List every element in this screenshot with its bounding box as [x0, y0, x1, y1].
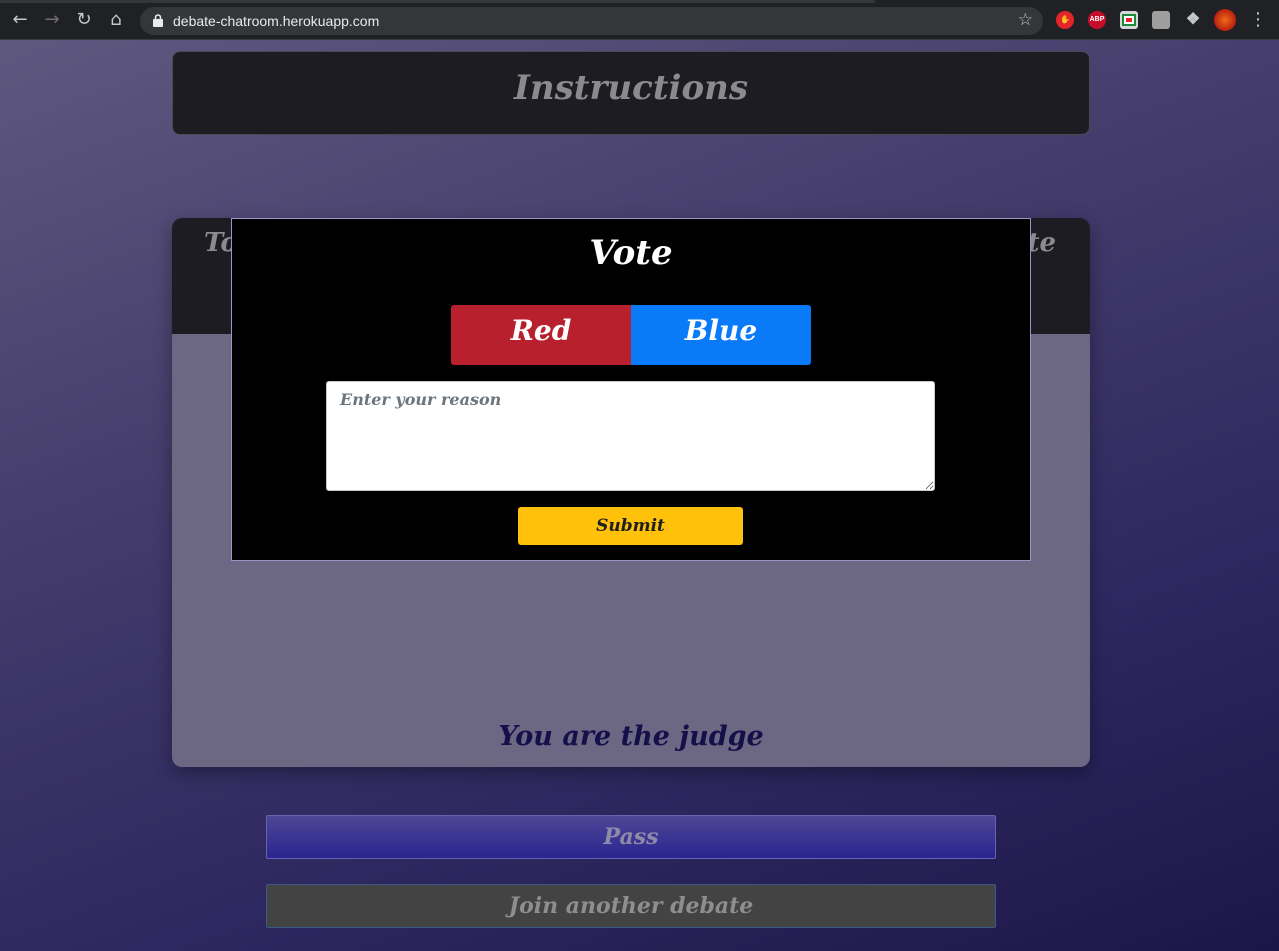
url-text: debate-chatroom.herokuapp.com [173, 13, 380, 29]
vote-red-button[interactable]: Red [451, 305, 631, 365]
browser-toolbar: ← → ↻ ⌂ debate-chatroom.herokuapp.com ☆ … [0, 0, 1279, 40]
lock-icon [153, 14, 163, 27]
tab-strip-edge [0, 0, 875, 3]
grey-extension-icon[interactable] [1152, 11, 1170, 29]
topic-text-right: te [1027, 228, 1056, 258]
vote-modal: Vote Red Blue Submit [231, 218, 1031, 561]
submit-button[interactable]: Submit [518, 507, 743, 545]
instructions-title: Instructions [514, 68, 748, 108]
forward-arrow-icon[interactable]: → [40, 8, 64, 32]
home-icon[interactable]: ⌂ [104, 8, 128, 32]
more-menu-icon[interactable]: ⋮ [1246, 8, 1270, 32]
puzzle-extensions-icon[interactable]: ❖ [1184, 11, 1202, 29]
vote-blue-button[interactable]: Blue [631, 305, 811, 365]
join-another-debate-button[interactable]: Join another debate [266, 884, 996, 928]
back-arrow-icon[interactable]: ← [8, 8, 32, 32]
judge-role-text: You are the judge [498, 721, 764, 752]
adblock-plus-icon[interactable]: ABP [1088, 11, 1106, 29]
pass-button[interactable]: Pass [266, 815, 996, 859]
modal-title: Vote [589, 233, 673, 273]
bookmark-star-icon[interactable]: ☆ [1018, 10, 1033, 30]
address-bar[interactable]: debate-chatroom.herokuapp.com ☆ [140, 7, 1043, 35]
hand-stop-extension-icon[interactable]: ✋ [1056, 11, 1074, 29]
page-body: Instructions To te You are the judge Pas… [0, 40, 1279, 951]
profile-avatar-icon[interactable] [1214, 9, 1236, 31]
reload-icon[interactable]: ↻ [72, 8, 96, 32]
instructions-panel[interactable]: Instructions [172, 51, 1090, 135]
reason-textarea[interactable] [326, 381, 935, 491]
pocket-extension-icon[interactable] [1120, 11, 1138, 29]
